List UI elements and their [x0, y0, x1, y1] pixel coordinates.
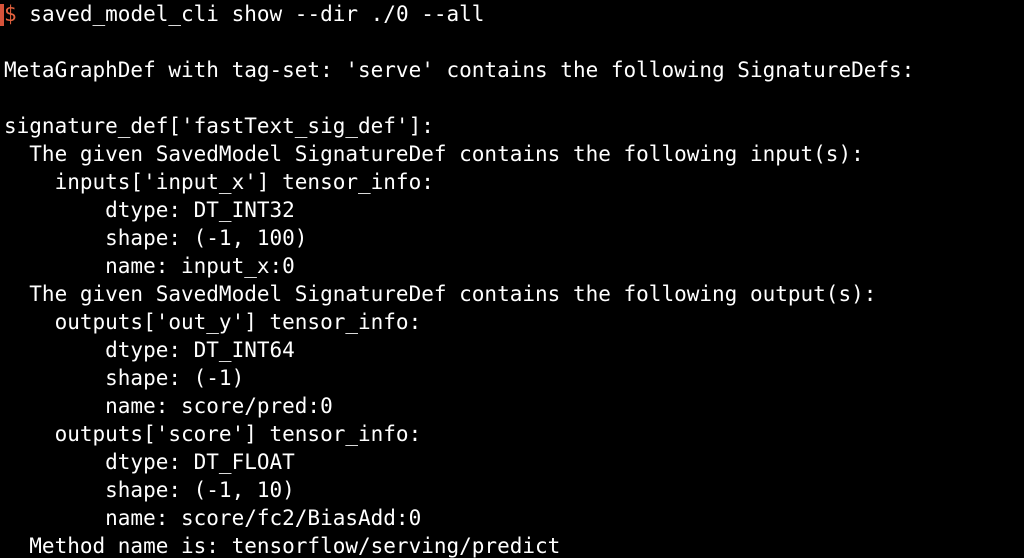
- prompt-symbol: $: [4, 2, 17, 26]
- score-dtype: dtype: DT_FLOAT: [4, 450, 295, 474]
- score-line: outputs['score'] tensor_info:: [4, 422, 422, 446]
- command-text: saved_model_cli show --dir ./0 --all: [16, 2, 485, 26]
- score-shape: shape: (-1, 10): [4, 478, 295, 502]
- score-name: name: score/fc2/BiasAdd:0: [4, 506, 422, 530]
- metagraph-line: MetaGraphDef with tag-set: 'serve' conta…: [4, 58, 915, 82]
- terminal-window[interactable]: $ saved_model_cli show --dir ./0 --all M…: [0, 0, 1024, 558]
- out-y-dtype: dtype: DT_INT64: [4, 338, 295, 362]
- out-y-line: outputs['out_y'] tensor_info:: [4, 310, 422, 334]
- input-x-line: inputs['input_x'] tensor_info:: [4, 170, 434, 194]
- outputs-header-line: The given SavedModel SignatureDef contai…: [4, 282, 877, 306]
- input-x-name: name: input_x:0: [4, 254, 295, 278]
- command-line: $ saved_model_cli show --dir ./0 --all: [4, 0, 484, 28]
- out-y-shape: shape: (-1): [4, 366, 245, 390]
- method-name-line: Method name is: tensorflow/serving/predi…: [4, 534, 561, 558]
- signature-def-line: signature_def['fastText_sig_def']:: [4, 114, 434, 138]
- inputs-header-line: The given SavedModel SignatureDef contai…: [4, 142, 864, 166]
- input-x-shape: shape: (-1, 100): [4, 226, 308, 250]
- out-y-name: name: score/pred:0: [4, 394, 333, 418]
- input-x-dtype: dtype: DT_INT32: [4, 198, 295, 222]
